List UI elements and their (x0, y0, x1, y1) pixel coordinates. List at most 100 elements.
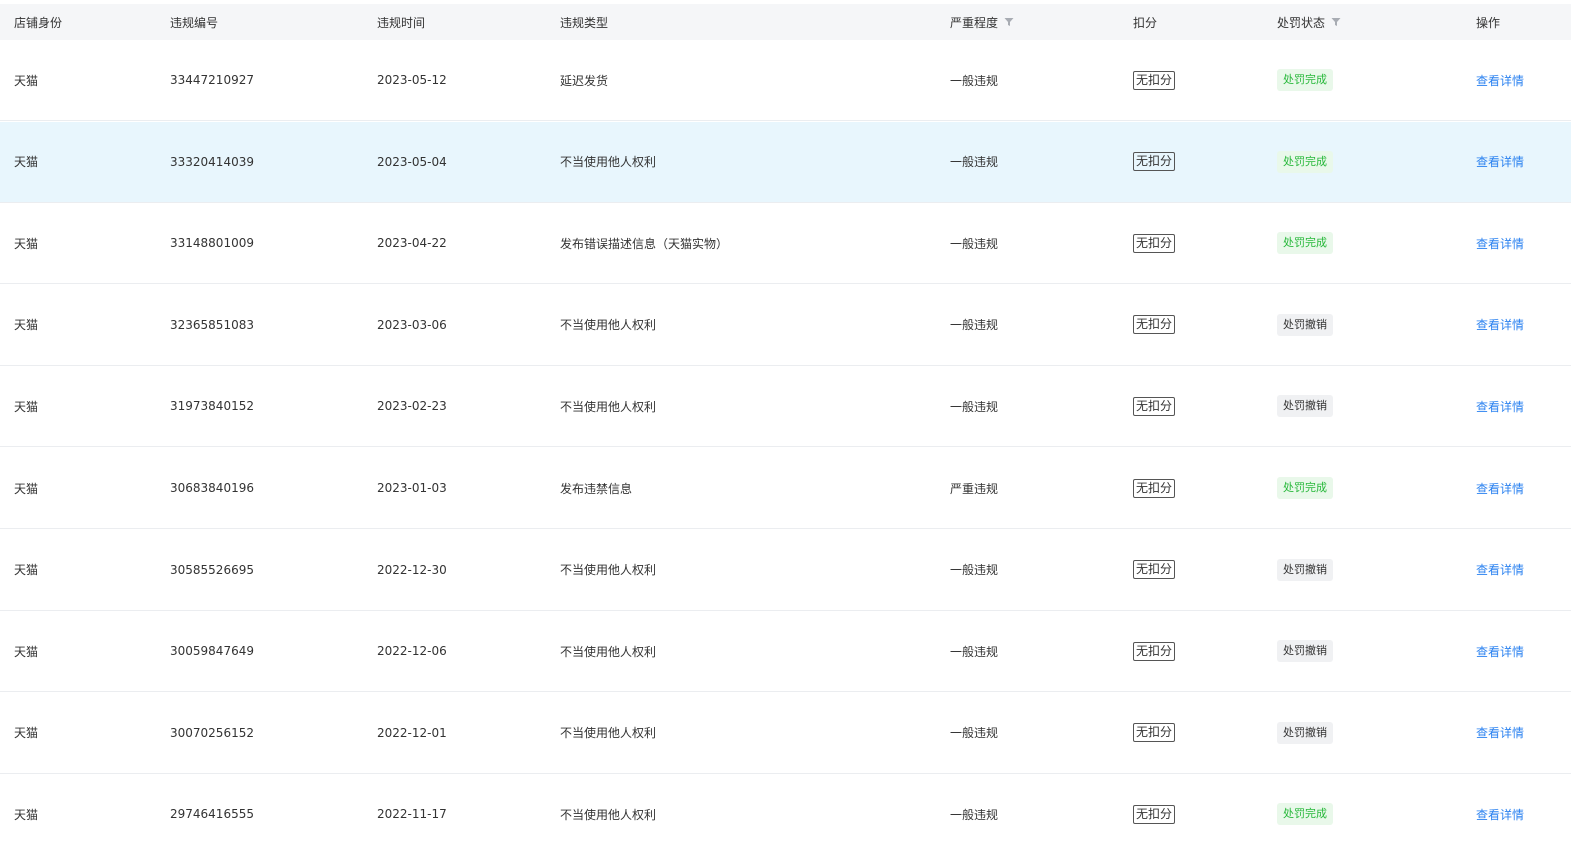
column-header-label: 店铺身份 (14, 15, 63, 30)
cell-shop-identity-text: 天猫 (14, 807, 39, 822)
cell-action[interactable]: 查看详情 (1476, 122, 1524, 202)
cell-violation-time-text: 2022-12-01 (377, 725, 447, 740)
cell-severity-text: 一般违规 (950, 73, 999, 88)
cell-deduction: 无扣分 (1133, 611, 1176, 691)
cell-shop-identity: 天猫 (14, 693, 38, 773)
cell-severity: 一般违规 (950, 40, 998, 120)
view-details-link[interactable]: 查看详情 (1476, 806, 1524, 823)
cell-violation-type: 不当使用他人权利 (560, 693, 656, 773)
filter-icon[interactable] (1331, 17, 1341, 27)
cell-penalty-status: 处罚撤销 (1277, 285, 1333, 365)
cell-shop-identity-text: 天猫 (14, 644, 39, 659)
cell-severity: 一般违规 (950, 774, 998, 847)
view-details-link[interactable]: 查看详情 (1476, 480, 1524, 497)
status-badge: 处罚撤销 (1277, 395, 1333, 418)
status-badge: 处罚撤销 (1277, 558, 1333, 581)
cell-deduction: 无扣分 (1133, 122, 1176, 202)
table-row[interactable]: 天猫 33148801009 2023-04-22 发布错误描述信息（天猫实物） 一般违… (0, 203, 1571, 285)
table-row[interactable]: 天猫 30683840196 2023-01-03 发布违禁信息 严重违规 无扣分 处罚完成… (0, 448, 1571, 529)
cell-violation-id: 30070256152 (170, 693, 254, 773)
cell-violation-id: 33148801009 (170, 203, 254, 283)
cell-violation-time: 2022-12-30 (377, 530, 447, 610)
cell-severity: 一般违规 (950, 693, 998, 773)
table-row[interactable]: 天猫 33447210927 2023-05-12 延迟发货 一般违规 无扣分 处罚完成 查看… (0, 40, 1571, 121)
cell-action[interactable]: 查看详情 (1476, 448, 1524, 528)
cell-violation-type-text: 延迟发货 (560, 73, 609, 88)
cell-severity: 严重违规 (950, 448, 998, 528)
cell-action[interactable]: 查看详情 (1476, 40, 1524, 120)
table-row[interactable]: 天猫 30059847649 2022-12-06 不当使用他人权利 一般违规 无扣分 处罚… (0, 611, 1571, 693)
cell-violation-type: 不当使用他人权利 (560, 285, 656, 365)
cell-violation-id-text: 33447210927 (170, 73, 254, 87)
cell-action[interactable]: 查看详情 (1476, 774, 1524, 847)
table-row[interactable]: 天猫 32365851083 2023-03-06 不当使用他人权利 一般违规 无扣分 处罚… (0, 284, 1571, 366)
deduction-tag: 无扣分 (1133, 560, 1176, 580)
cell-deduction: 无扣分 (1133, 285, 1176, 365)
column-header-label: 严重程度 (950, 15, 999, 30)
cell-violation-time: 2023-05-12 (377, 40, 447, 120)
cell-shop-identity: 天猫 (14, 40, 38, 120)
table-row[interactable]: 天猫 31973840152 2023-02-23 不当使用他人权利 一般违规 无扣分 处罚… (0, 366, 1571, 448)
view-details-link[interactable]: 查看详情 (1476, 643, 1524, 660)
table-row[interactable]: 天猫 30585526695 2022-12-30 不当使用他人权利 一般违规 无扣分 处罚… (0, 529, 1571, 611)
column-header-penalty-status: 处罚状态 (1277, 14, 1341, 31)
view-details-link[interactable]: 查看详情 (1476, 316, 1524, 333)
status-badge: 处罚完成 (1277, 232, 1333, 255)
cell-violation-id-text: 30683840196 (170, 481, 254, 495)
cell-violation-time-text: 2023-04-22 (377, 236, 447, 251)
cell-shop-identity-text: 天猫 (14, 236, 39, 251)
column-header-severity: 严重程度 (950, 14, 1014, 31)
cell-severity-text: 一般违规 (950, 318, 999, 333)
cell-deduction: 无扣分 (1133, 530, 1176, 610)
cell-violation-time: 2023-02-23 (377, 366, 447, 446)
view-details-link[interactable]: 查看详情 (1476, 724, 1524, 741)
cell-deduction: 无扣分 (1133, 693, 1176, 773)
view-details-link[interactable]: 查看详情 (1476, 72, 1524, 89)
cell-violation-id-text: 30059847649 (170, 644, 254, 659)
cell-action[interactable]: 查看详情 (1476, 203, 1524, 283)
cell-violation-type-text: 不当使用他人权利 (560, 155, 657, 170)
deduction-tag: 无扣分 (1133, 723, 1176, 743)
cell-severity: 一般违规 (950, 530, 998, 610)
cell-penalty-status: 处罚撤销 (1277, 693, 1333, 773)
cell-action[interactable]: 查看详情 (1476, 530, 1524, 610)
cell-violation-time-text: 2022-12-30 (377, 562, 447, 577)
cell-penalty-status: 处罚完成 (1277, 122, 1333, 202)
view-details-link[interactable]: 查看详情 (1476, 235, 1524, 252)
cell-penalty-status: 处罚完成 (1277, 203, 1333, 283)
table-row[interactable]: 天猫 30070256152 2022-12-01 不当使用他人权利 一般违规 无扣分 处罚… (0, 692, 1571, 774)
cell-violation-time: 2022-12-01 (377, 693, 447, 773)
filter-icon[interactable] (1004, 17, 1014, 27)
table-row[interactable]: 天猫 29746416555 2022-11-17 不当使用他人权利 一般违规 无扣分 处罚… (0, 774, 1571, 847)
cell-action[interactable]: 查看详情 (1476, 693, 1524, 773)
cell-penalty-status: 处罚完成 (1277, 774, 1333, 847)
deduction-tag: 无扣分 (1133, 804, 1176, 824)
deduction-tag: 无扣分 (1133, 233, 1176, 253)
violation-table: 店铺身份 违规编号 违规时间 违规类型 严重程度 扣分 处罚状态 操作 天猫 3… (0, 0, 1571, 847)
status-badge: 处罚撤销 (1277, 640, 1333, 663)
cell-violation-id-text: 31973840152 (170, 399, 254, 414)
cell-deduction: 无扣分 (1133, 203, 1176, 283)
cell-shop-identity: 天猫 (14, 611, 38, 691)
column-header-shop-identity: 店铺身份 (14, 14, 62, 31)
cell-severity: 一般违规 (950, 611, 998, 691)
cell-severity-text: 一般违规 (950, 155, 999, 170)
cell-action[interactable]: 查看详情 (1476, 611, 1524, 691)
status-badge: 处罚完成 (1277, 803, 1333, 826)
cell-severity-text: 一般违规 (950, 807, 999, 822)
cell-penalty-status: 处罚完成 (1277, 448, 1333, 528)
cell-violation-time-text: 2023-01-03 (377, 481, 447, 495)
view-details-link[interactable]: 查看详情 (1476, 561, 1524, 578)
view-details-link[interactable]: 查看详情 (1476, 153, 1524, 170)
view-details-link[interactable]: 查看详情 (1476, 398, 1524, 415)
deduction-tag: 无扣分 (1133, 70, 1176, 90)
deduction-tag: 无扣分 (1133, 152, 1176, 172)
column-header-violation-type: 违规类型 (560, 14, 608, 31)
cell-violation-type-text: 不当使用他人权利 (560, 399, 657, 414)
cell-action[interactable]: 查看详情 (1476, 285, 1524, 365)
cell-action[interactable]: 查看详情 (1476, 366, 1524, 446)
cell-violation-type: 不当使用他人权利 (560, 530, 656, 610)
deduction-tag: 无扣分 (1133, 315, 1176, 335)
table-row[interactable]: 天猫 33320414039 2023-05-04 不当使用他人权利 一般违规 无扣分 处罚… (0, 121, 1571, 203)
cell-shop-identity: 天猫 (14, 285, 38, 365)
